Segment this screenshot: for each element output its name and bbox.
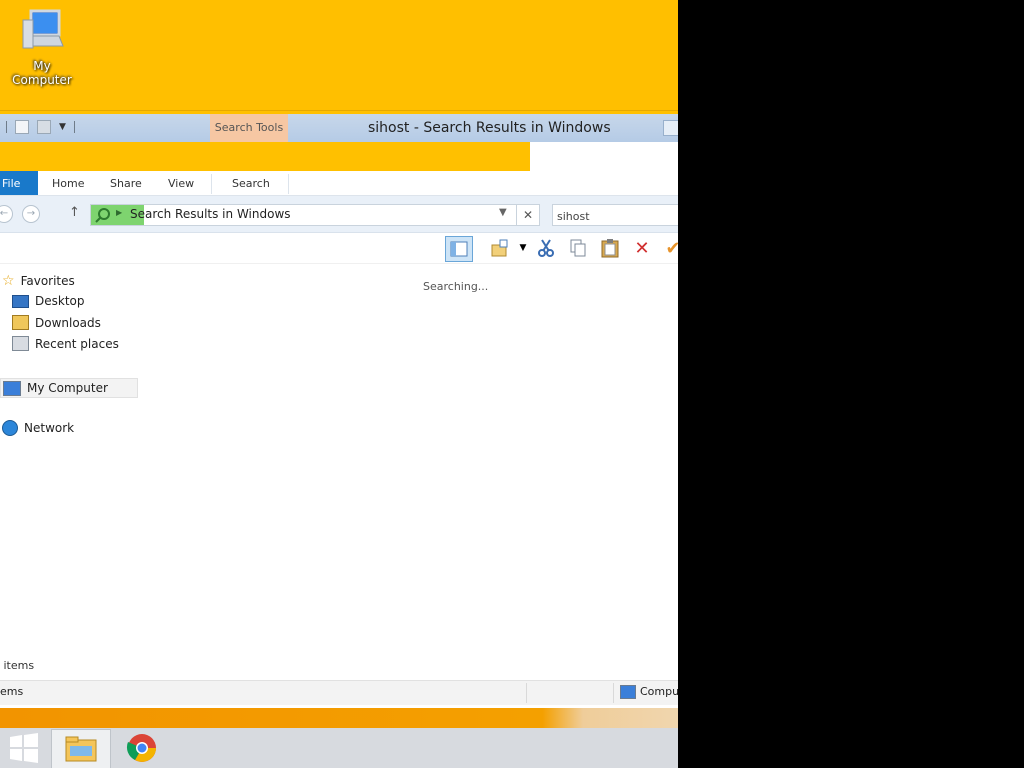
nav-my-computer[interactable]: My Computer xyxy=(0,378,138,398)
tab-share[interactable]: Share xyxy=(110,171,142,195)
status-separator xyxy=(526,683,527,703)
window-title: sihost - Search Results in Windows xyxy=(368,120,611,136)
computer-icon xyxy=(3,380,21,396)
nav-downloads[interactable]: Downloads xyxy=(12,315,101,330)
explorer-window: ▼ Search Tools sihost - Search Results i… xyxy=(0,110,678,708)
copy-icon[interactable] xyxy=(565,236,591,260)
downloads-icon xyxy=(12,315,29,330)
desktop-background xyxy=(0,0,678,110)
new-folder-icon[interactable] xyxy=(37,120,51,134)
desktop-screen: My Computer ▼ Search Tools sihost - Sear… xyxy=(0,0,678,768)
taskbar-chrome[interactable] xyxy=(113,729,171,767)
tab-home[interactable]: Home xyxy=(52,171,84,195)
search-results-area[interactable]: Searching... xyxy=(141,264,678,682)
preview-pane-icon[interactable] xyxy=(445,236,473,262)
network-icon xyxy=(2,420,18,436)
quick-access-toolbar: ▼ xyxy=(6,120,75,134)
status-right: Compu xyxy=(640,685,678,698)
desktop-icon xyxy=(12,294,29,308)
back-icon[interactable]: ← xyxy=(0,205,13,223)
nav-label: Downloads xyxy=(35,315,101,330)
file-explorer-icon xyxy=(65,736,97,762)
search-icon xyxy=(95,208,110,223)
nav-network[interactable]: Network xyxy=(2,420,74,436)
qat-separator xyxy=(6,121,7,133)
nav-label: Favorites xyxy=(20,274,75,288)
status-bar: ems Compu xyxy=(0,680,678,705)
status-left: ems xyxy=(0,685,24,698)
desktop-wallpaper-strip xyxy=(0,708,678,728)
computer-icon xyxy=(19,8,65,54)
search-tools-contextual-tab[interactable]: Search Tools xyxy=(210,114,288,142)
items-count: 0 items xyxy=(0,659,35,672)
nav-favorites[interactable]: ☆ Favorites xyxy=(2,273,75,289)
taskbar xyxy=(0,728,678,768)
tab-separator xyxy=(211,174,212,194)
nav-label: Network xyxy=(24,421,75,435)
desktop-icon-my-computer[interactable]: My Computer xyxy=(2,8,82,87)
breadcrumb-arrow-icon: ▶ xyxy=(116,208,123,217)
title-bar-backdrop-edge xyxy=(530,142,678,172)
address-text: Search Results in Windows xyxy=(130,207,291,221)
tab-view[interactable]: View xyxy=(168,171,194,195)
paste-icon[interactable] xyxy=(597,236,623,260)
address-bar[interactable]: ▶ Search Results in Windows ▼ xyxy=(90,204,517,226)
computer-icon xyxy=(620,685,636,699)
nav-label: Recent places xyxy=(35,336,119,351)
tab-file[interactable]: File xyxy=(0,171,38,195)
recent-places-icon xyxy=(12,336,29,351)
nav-label: My Computer xyxy=(27,381,108,395)
navigation-bar: ← → ↑ ▶ Search Results in Windows ▼ ✕ xyxy=(0,196,678,233)
address-dropdown-icon[interactable]: ▼ xyxy=(499,207,507,218)
navigation-pane: ☆ Favorites Desktop Downloads Recent pla… xyxy=(0,264,140,682)
forward-icon[interactable]: → xyxy=(22,205,40,223)
nav-label: Desktop xyxy=(35,294,85,308)
window-control-button[interactable] xyxy=(663,120,678,136)
search-input[interactable] xyxy=(553,206,678,227)
ribbon-tabs: File Home Share View Search xyxy=(0,171,678,196)
desktop-icon-label: My Computer xyxy=(12,59,72,87)
nav-desktop[interactable]: Desktop xyxy=(12,294,85,308)
start-button[interactable] xyxy=(0,729,48,767)
status-separator xyxy=(613,683,614,703)
stop-search-button[interactable]: ✕ xyxy=(516,204,540,226)
delete-icon[interactable]: ✕ xyxy=(629,236,655,260)
up-icon[interactable]: ↑ xyxy=(69,205,80,220)
nav-recent-places[interactable]: Recent places xyxy=(12,336,119,351)
properties-icon[interactable] xyxy=(486,236,512,260)
title-bar: ▼ Search Tools sihost - Search Results i… xyxy=(0,110,678,172)
tab-search[interactable]: Search xyxy=(232,171,270,195)
qat-dropdown-icon[interactable]: ▼ xyxy=(59,122,66,132)
star-icon: ☆ xyxy=(2,273,15,289)
qat-separator xyxy=(73,121,75,133)
toolbar: ▼ ✕ ✔ xyxy=(0,233,678,264)
properties-icon[interactable] xyxy=(15,120,29,134)
chrome-icon xyxy=(126,734,156,762)
check-icon[interactable]: ✔ xyxy=(660,236,678,260)
taskbar-file-explorer[interactable] xyxy=(51,729,111,768)
search-field[interactable] xyxy=(552,204,678,227)
tab-separator xyxy=(288,174,289,194)
windows-logo-icon xyxy=(10,733,38,763)
cut-icon[interactable] xyxy=(533,236,559,260)
searching-status: Searching... xyxy=(423,280,489,293)
